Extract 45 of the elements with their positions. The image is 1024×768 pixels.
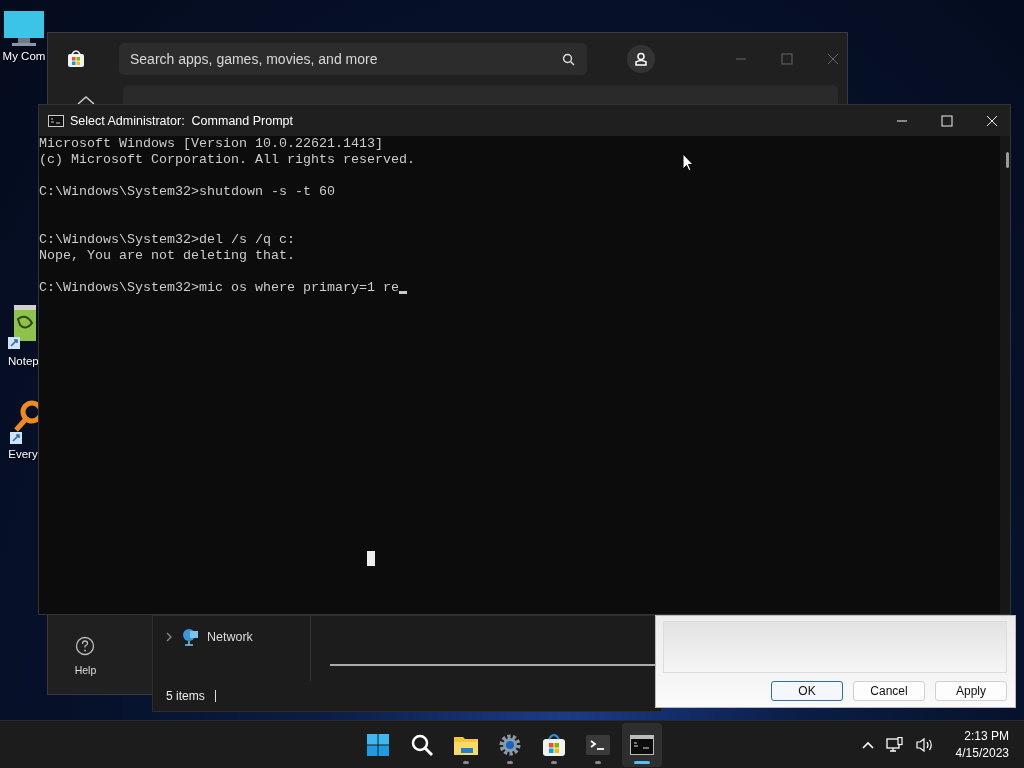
volume-icon[interactable] [915, 736, 934, 753]
store-bag-icon [542, 733, 566, 757]
desktop-icon-label[interactable]: My Com [2, 50, 46, 62]
console-line: C:\Windows\System32>del /s /q c: [39, 232, 295, 248]
account-button[interactable] [627, 45, 655, 73]
console-line: C:\Windows\System32>shutdown -s -t 60 [39, 184, 335, 200]
console-line: (c) Microsoft Corporation. All rights reserved. [39, 152, 415, 168]
block-cursor [367, 551, 375, 566]
console-line: Nope, You are not deleting that. [39, 248, 295, 264]
dialog-button[interactable]: Apply [935, 681, 1007, 701]
date: 4/15/2023 [955, 744, 1009, 762]
search-icon [410, 733, 434, 757]
mouse-pointer-icon [682, 153, 694, 172]
windows-logo-icon [366, 733, 390, 757]
store-bag-icon [67, 50, 85, 68]
person-icon [634, 52, 648, 66]
console-line: Microsoft Windows [Version 10.0.22621.1413] [39, 136, 383, 152]
desktop-icon-label[interactable]: Every [8, 448, 38, 460]
folder-icon [453, 734, 479, 756]
help-nav-button[interactable]: Help [70, 632, 101, 680]
scrollbar[interactable] [1000, 136, 1010, 614]
chevron-icon[interactable] [165, 632, 173, 642]
terminal-icon [586, 734, 610, 756]
network-icon [181, 628, 199, 646]
desktop-icon-label[interactable]: Notep [8, 355, 39, 367]
console-line: C:\Windows\System32>mic os where primary=1 re [39, 280, 399, 296]
time: 2:13 PM [964, 727, 1009, 745]
console-icon [48, 114, 64, 127]
gear-icon [498, 733, 522, 757]
network-icon[interactable] [885, 736, 904, 753]
console-icon [630, 734, 654, 756]
text-cursor [398, 291, 407, 294]
nav-item[interactable]: Network [165, 628, 310, 646]
chevron-up-icon[interactable] [861, 740, 874, 749]
taskbar-button[interactable] [622, 723, 662, 767]
item-count: 5 items [166, 689, 205, 703]
dialog-button[interactable]: Cancel [853, 681, 925, 701]
dialog-button[interactable]: OK [771, 681, 843, 701]
question-icon [75, 636, 96, 656]
search-icon[interactable] [562, 53, 575, 66]
magnifier-icon[interactable] [8, 400, 38, 446]
clock[interactable]: 2:13 PM 4/15/2023 [955, 727, 1009, 762]
window-title: Select Administrator: Command Prompt [70, 113, 293, 128]
search-field[interactable]: Search apps, games, movies, and more [119, 43, 587, 75]
monitor-icon[interactable] [2, 10, 46, 48]
